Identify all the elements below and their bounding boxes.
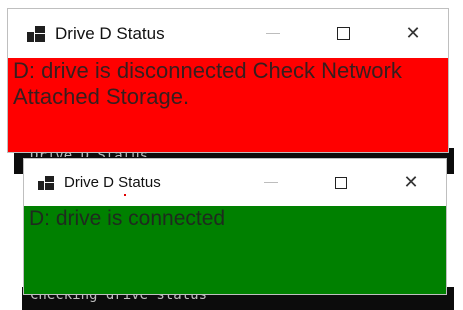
- minimize-button[interactable]: [238, 9, 308, 58]
- status-message: D: drive is connected: [29, 207, 226, 230]
- status-panel: D: drive is disconnected Check Network A…: [8, 58, 448, 152]
- caption-buttons: ✕: [238, 9, 448, 58]
- window-title: Drive D Status: [55, 23, 165, 43]
- title-bar[interactable]: Drive D Status ✕: [24, 159, 446, 206]
- app-icon: [38, 175, 54, 190]
- minimize-icon: [264, 182, 278, 183]
- title-bar[interactable]: Drive D Status ✕: [8, 9, 448, 58]
- close-button[interactable]: ✕: [376, 159, 446, 206]
- status-panel: D: drive is connected: [24, 206, 446, 294]
- maximize-button[interactable]: [306, 159, 376, 206]
- close-icon: ✕: [405, 23, 421, 43]
- window-title: Drive D Status: [64, 174, 161, 191]
- app-icon: [27, 25, 45, 42]
- minimize-icon: [266, 33, 280, 34]
- status-window-connected: Drive D Status ✕ D: drive is connected: [24, 159, 446, 294]
- cursor-dot: [124, 194, 126, 196]
- caption-buttons: ✕: [236, 159, 446, 206]
- minimize-button[interactable]: [236, 159, 306, 206]
- maximize-button[interactable]: [308, 9, 378, 58]
- maximize-icon: [335, 176, 347, 189]
- maximize-icon: [336, 27, 350, 40]
- close-button[interactable]: ✕: [378, 9, 448, 58]
- status-window-disconnected: Drive D Status ✕ D: drive is disconnecte…: [8, 9, 448, 152]
- close-icon: ✕: [403, 172, 419, 192]
- status-message: D: drive is disconnected Check Network A…: [13, 58, 402, 109]
